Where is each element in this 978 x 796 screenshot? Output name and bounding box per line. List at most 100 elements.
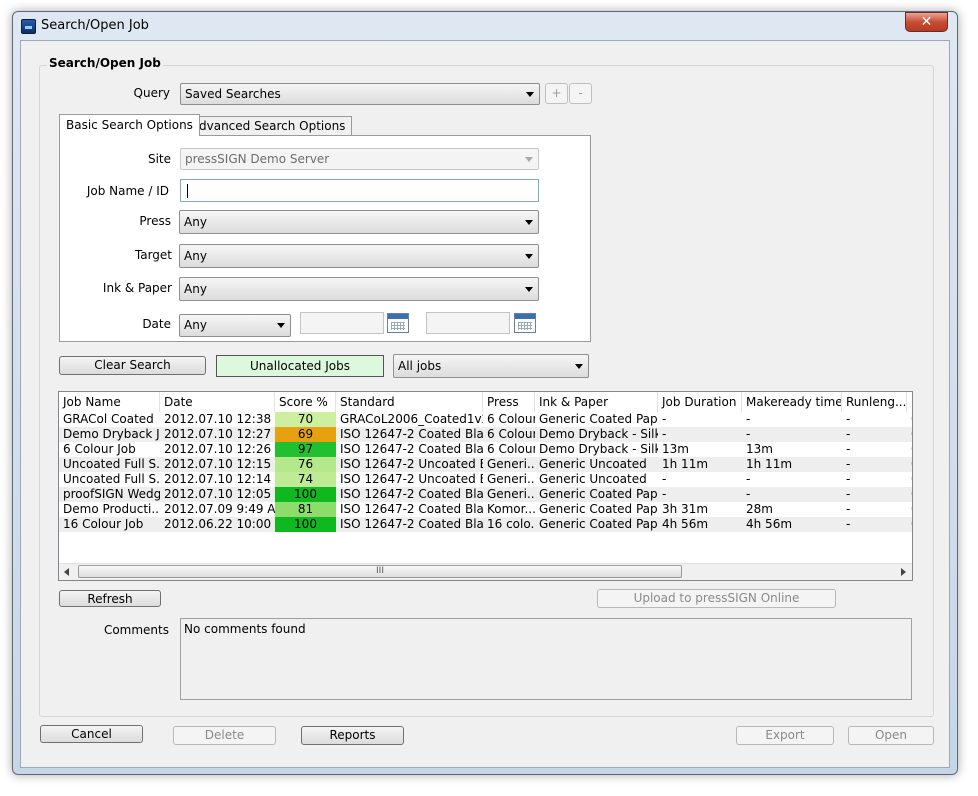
text-cursor	[187, 184, 188, 198]
table-cell-press: 16 colo...	[487, 517, 535, 531]
calendar-icon[interactable]	[514, 313, 536, 333]
date-label: Date	[142, 317, 171, 331]
chevron-down-icon	[575, 364, 583, 369]
table-row[interactable]: Demo Dryback J... 2012.07.10 12:27 AM69 IS…	[59, 427, 912, 442]
column-header[interactable]: Standard	[336, 392, 483, 412]
table-cell-date: 2012.07.10 12:26 AM	[164, 442, 275, 456]
table-cell-extra: 0	[907, 517, 912, 532]
close-button[interactable]: ✕	[905, 12, 948, 32]
jobs-filter-select[interactable]: All jobs	[393, 354, 589, 378]
table-cell-date: 2012.07.10 12:15 AM	[164, 457, 275, 471]
tab-advanced-search[interactable]: Advanced Search Options	[184, 116, 353, 135]
table-cell-score: 81	[275, 502, 336, 517]
table-cell-duration: -	[662, 487, 667, 501]
table-cell-name: proofSIGN Wedge	[63, 487, 160, 501]
refresh-button[interactable]: Refresh	[59, 590, 161, 607]
table-cell-makeready: -	[746, 472, 751, 486]
table-cell-makeready: -	[746, 487, 751, 501]
column-header[interactable]: Makeready time	[742, 392, 842, 412]
table-cell-ink: Demo Dryback - Silk...	[539, 442, 658, 456]
cancel-button[interactable]: Cancel	[40, 725, 143, 743]
ink-paper-select[interactable]: Any	[179, 277, 539, 301]
date-to-input	[426, 312, 510, 334]
target-label: Target	[134, 248, 172, 262]
table-cell-makeready: 4h 56m	[746, 517, 793, 531]
table-row[interactable]: Uncoated Full S... 2012.07.10 12:15 AM76 I…	[59, 457, 912, 472]
table-cell-date: 2012.07.10 12:27 AM	[164, 427, 275, 441]
column-header[interactable]: (	[907, 392, 912, 412]
unallocated-jobs-button[interactable]: Unallocated Jobs	[216, 355, 384, 377]
window-title: Search/Open Job	[41, 18, 149, 33]
column-header[interactable]: Job Duration	[658, 392, 742, 412]
table-cell-duration: -	[662, 412, 667, 426]
site-select: pressSIGN Demo Server	[180, 148, 539, 170]
export-button: Export	[736, 726, 834, 745]
open-button: Open	[848, 726, 934, 745]
table-cell-date: 2012.07.10 12:14 AM	[164, 472, 275, 486]
date-select[interactable]: Any	[179, 314, 291, 337]
column-header[interactable]: Date	[160, 392, 275, 412]
table-cell-extra: 0	[907, 412, 912, 427]
reports-button[interactable]: Reports	[301, 726, 404, 745]
table-cell-name: Uncoated Full S...	[63, 457, 160, 471]
table-cell-score: 97	[275, 442, 336, 457]
tab-basic-search[interactable]: Basic Search Options	[59, 114, 200, 136]
table-cell-standard: ISO 12647-2 Coated Black...	[340, 517, 483, 531]
table-cell-runlength: -	[846, 442, 851, 456]
table-cell-score: 69	[275, 427, 336, 442]
table-cell-runlength: -	[846, 517, 851, 531]
table-cell-extra: 0	[907, 487, 912, 502]
press-select[interactable]: Any	[179, 210, 539, 234]
table-cell-makeready: -	[746, 412, 751, 426]
table-row[interactable]: 6 Colour Job 2012.07.10 12:26 AM97 ISO 126…	[59, 442, 912, 457]
chevron-down-icon	[525, 254, 533, 259]
table-row[interactable]: Demo Producti... 2012.07.09 9:49 AM 81 ISO …	[59, 502, 912, 517]
job-name-input[interactable]	[180, 179, 539, 202]
table-cell-makeready: 1h 11m	[746, 457, 793, 471]
table-row[interactable]: GRACol Coated 2012.07.10 12:38 AM70 GRACoL…	[59, 412, 912, 427]
scroll-left-icon[interactable]	[64, 568, 69, 576]
table-cell-press: Komor...	[487, 502, 535, 516]
table-cell-extra: 0	[907, 442, 912, 457]
upload-online-button: Upload to pressSIGN Online	[597, 589, 836, 608]
table-cell-ink: Generic Uncoated	[539, 472, 647, 486]
column-header[interactable]: Score %	[275, 392, 336, 412]
table-row[interactable]: 16 Colour Job 2012.06.22 10:00 AM100 ISO 1…	[59, 517, 912, 532]
column-header[interactable]: Job Name	[59, 392, 160, 412]
target-select[interactable]: Any	[179, 244, 539, 268]
scroll-right-icon[interactable]	[901, 568, 906, 576]
table-cell-name: 6 Colour Job	[63, 442, 136, 456]
remove-query-button[interactable]: -	[569, 83, 592, 104]
column-header[interactable]: Press	[483, 392, 535, 412]
table-cell-runlength: -	[846, 427, 851, 441]
table-header: Job Name Date Score % Standard Press Ink & Pa…	[59, 392, 912, 412]
table-cell-standard: ISO 12647-2 Uncoated Bl...	[340, 457, 483, 471]
date-select-value: Any	[184, 318, 207, 332]
table-cell-extra: 0	[907, 472, 912, 487]
comments-box[interactable]: No comments found	[180, 618, 912, 700]
scrollbar-thumb[interactable]: III	[78, 565, 682, 578]
date-from-input	[300, 312, 384, 334]
table-cell-date: 2012.07.10 12:38 AM	[164, 412, 275, 426]
add-query-button[interactable]: +	[545, 83, 568, 104]
table-cell-duration: 13m	[662, 442, 689, 456]
table-cell-press: 6 Colour	[487, 442, 535, 456]
column-header[interactable]: Runleng...	[842, 392, 907, 412]
site-select-value: pressSIGN Demo Server	[185, 152, 330, 166]
site-label: Site	[147, 152, 171, 166]
table-cell-name: GRACol Coated	[63, 412, 154, 426]
job-name-label: Job Name / ID	[86, 184, 169, 198]
query-select[interactable]: Saved Searches	[180, 83, 540, 105]
table-row[interactable]: proofSIGN Wedge 2012.07.10 12:05 AM100 ISO…	[59, 487, 912, 502]
table-cell-runlength: -	[846, 487, 851, 501]
delete-button: Delete	[173, 726, 276, 745]
table-cell-name: Uncoated Full S...	[63, 472, 160, 486]
table-cell-standard: ISO 12647-2 Uncoated Bl...	[340, 472, 483, 486]
column-header[interactable]: Ink & Paper	[535, 392, 658, 412]
table-row[interactable]: Uncoated Full S... 2012.07.10 12:14 AM74 I…	[59, 472, 912, 487]
chevron-down-icon	[277, 323, 285, 328]
clear-search-button[interactable]: Clear Search	[59, 356, 206, 375]
calendar-icon[interactable]	[387, 313, 409, 333]
table-cell-score: 100	[275, 517, 336, 532]
table-cell-press: Generi...	[487, 472, 535, 486]
